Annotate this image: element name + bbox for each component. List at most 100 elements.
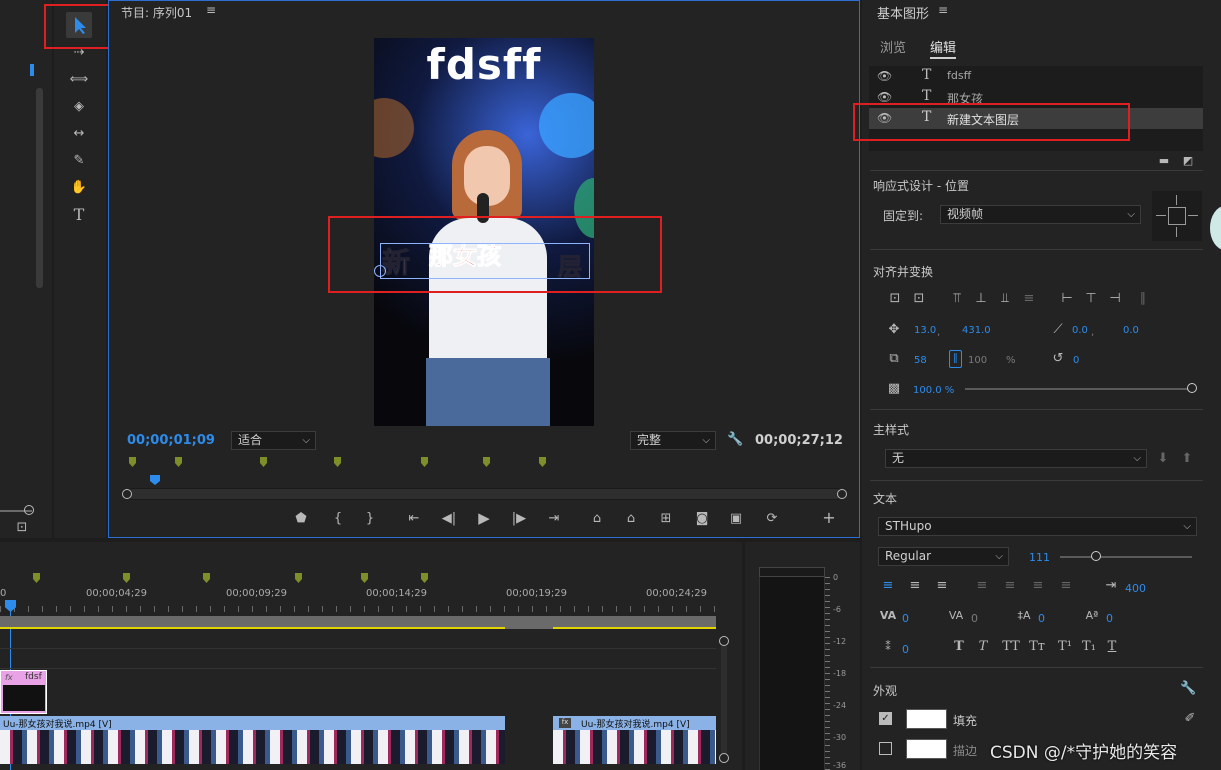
tab-edit[interactable]: 编辑: [930, 37, 957, 59]
align-text-center-icon[interactable]: ≡: [907, 578, 923, 594]
fill-checkbox[interactable]: ✓: [879, 712, 892, 725]
timeline-vscroll-bottom[interactable]: [719, 753, 729, 763]
type-tool-icon[interactable]: T: [68, 207, 90, 223]
underline-icon[interactable]: T: [1105, 639, 1119, 655]
all-caps-icon[interactable]: TT: [1000, 639, 1022, 655]
leading-value[interactable]: 0: [1038, 612, 1045, 625]
pin-select[interactable]: 视频帧 ⌵: [940, 205, 1141, 224]
current-timecode[interactable]: 00;00;01;09: [127, 433, 215, 448]
align-right-icon[interactable]: ⊣: [1106, 291, 1124, 307]
go-to-in-icon[interactable]: ⇤: [405, 511, 423, 527]
tsume-value[interactable]: 0: [902, 643, 909, 656]
slip-icon[interactable]: ↔: [68, 126, 90, 142]
baseline-value[interactable]: 0: [1106, 612, 1113, 625]
timeline-vscroll-track[interactable]: [721, 646, 727, 754]
align-left-icon[interactable]: ⊢: [1058, 291, 1076, 307]
scrubber-start-knob[interactable]: [122, 489, 132, 499]
subscript-icon[interactable]: T₁: [1080, 639, 1098, 655]
align-vcenter-icon[interactable]: ⊥: [972, 291, 990, 307]
stroke-checkbox[interactable]: [879, 742, 892, 755]
align-hcenter-icon[interactable]: ⊤: [1082, 291, 1100, 307]
fill-swatch[interactable]: [906, 709, 947, 729]
justify-right-icon[interactable]: ≡: [1030, 578, 1046, 594]
wrench-icon[interactable]: 🔧: [727, 432, 743, 448]
add-marker-icon[interactable]: ⬟: [293, 511, 309, 527]
ripple-edit-icon[interactable]: ⟺: [68, 72, 90, 88]
extract-icon[interactable]: ⌂: [621, 511, 641, 527]
rotation-value[interactable]: 0: [1073, 355, 1079, 366]
go-to-out-icon[interactable]: ⇥: [545, 511, 563, 527]
small-caps-icon[interactable]: Tт: [1026, 639, 1048, 655]
mark-out-icon[interactable]: }: [362, 511, 378, 527]
marker[interactable]: [421, 573, 428, 583]
tab-browse[interactable]: 浏览: [880, 37, 906, 56]
align-text-right-icon[interactable]: ≡: [934, 578, 950, 594]
wrench-icon[interactable]: 🔧: [1180, 681, 1196, 697]
font-style-select[interactable]: Regular ⌵: [878, 547, 1009, 566]
font-size-slider-track[interactable]: [1060, 556, 1192, 558]
opacity-slider-track[interactable]: [965, 388, 1190, 390]
project-scrollbar[interactable]: [36, 88, 43, 288]
tab-width-value[interactable]: 400: [1125, 582, 1146, 595]
program-title[interactable]: 节目: 序列01: [121, 4, 192, 21]
marker[interactable]: [483, 457, 490, 467]
opacity-slider-knob[interactable]: [1187, 383, 1197, 393]
quality-select[interactable]: 完整 ⌵: [630, 431, 716, 450]
opacity-value[interactable]: 100.0 %: [913, 385, 954, 396]
superscript-icon[interactable]: T¹: [1056, 639, 1074, 655]
step-forward-icon[interactable]: |▶: [510, 511, 528, 527]
marker[interactable]: [539, 457, 546, 467]
playhead[interactable]: [150, 475, 160, 485]
insert-icon[interactable]: ⊞: [656, 511, 676, 527]
master-style-select[interactable]: 无 ⌵: [885, 449, 1147, 468]
faux-italic-icon[interactable]: T: [976, 639, 990, 655]
tracking-value[interactable]: 0: [971, 612, 978, 625]
anchor-x[interactable]: 0.0: [1072, 325, 1088, 336]
timeline-vscroll-top[interactable]: [719, 636, 729, 646]
kerning-value[interactable]: 0: [902, 612, 909, 625]
camera-icon[interactable]: ◙: [693, 511, 711, 527]
comparison-icon[interactable]: ▣: [726, 511, 746, 527]
pin-diagram[interactable]: [1152, 191, 1202, 241]
pen-icon[interactable]: ✎: [68, 153, 90, 169]
eye-icon[interactable]: 👁: [877, 69, 892, 83]
play-icon[interactable]: ▶: [475, 510, 493, 526]
anchor-y[interactable]: 0.0: [1123, 325, 1139, 336]
scrubber-end-knob[interactable]: [837, 489, 847, 499]
new-group-icon[interactable]: ▬: [1157, 153, 1171, 169]
align-to-selection-icon[interactable]: ⊡: [886, 291, 904, 307]
monitor-scrubber-track[interactable]: [127, 488, 843, 500]
bin-icon[interactable]: ⊡: [14, 520, 30, 536]
align-bottom-icon[interactable]: ⫫: [996, 291, 1014, 307]
hand-icon[interactable]: ✋: [68, 180, 90, 196]
marker[interactable]: [421, 457, 428, 467]
eg-menu-icon[interactable]: ≡: [938, 3, 948, 17]
eyedropper-icon[interactable]: ✐: [1182, 711, 1198, 727]
faux-bold-icon[interactable]: T: [952, 639, 966, 655]
font-size-slider-knob[interactable]: [1091, 551, 1101, 561]
export-frame-icon[interactable]: ⟳: [762, 511, 782, 527]
align-top-icon[interactable]: ⫪: [948, 291, 966, 307]
scale-height[interactable]: 100: [968, 355, 987, 366]
font-size-value[interactable]: 111: [1029, 551, 1050, 564]
push-up-icon[interactable]: ⬆: [1180, 451, 1194, 467]
marker[interactable]: [175, 457, 182, 467]
zoom-select[interactable]: 适合 ⌵: [231, 431, 316, 450]
position-y[interactable]: 431.0: [962, 325, 991, 336]
new-layer-icon[interactable]: ◩: [1181, 153, 1195, 169]
justify-center-icon[interactable]: ≡: [1002, 578, 1018, 594]
panel-menu-icon[interactable]: ≡: [206, 3, 216, 17]
step-back-icon[interactable]: ◀|: [440, 511, 458, 527]
marker[interactable]: [361, 573, 368, 583]
align-to-frame-icon[interactable]: ⊡: [910, 291, 928, 307]
eye-icon[interactable]: 👁: [877, 90, 892, 104]
marker[interactable]: [295, 573, 302, 583]
marker[interactable]: [129, 457, 136, 467]
layer-item[interactable]: 👁 T fdsff: [869, 67, 1203, 86]
justify-all-icon[interactable]: ≡: [1058, 578, 1074, 594]
position-x[interactable]: 13.0: [914, 325, 936, 336]
marker[interactable]: [260, 457, 267, 467]
zoom-knob[interactable]: [24, 505, 34, 515]
razor-icon[interactable]: ◈: [68, 99, 90, 115]
distribute-h-icon[interactable]: ∥: [1134, 291, 1152, 307]
